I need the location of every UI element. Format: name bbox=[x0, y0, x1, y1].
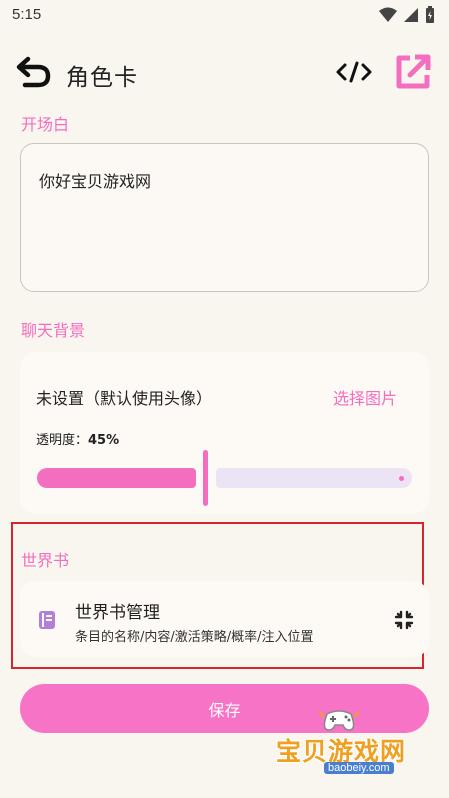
opacity-slider-active-track[interactable] bbox=[37, 468, 196, 488]
world-book-subtitle: 条目的名称/内容/激活策略/概率/注入位置 bbox=[75, 630, 314, 645]
status-icons bbox=[379, 6, 435, 24]
opacity-slider-thumb[interactable] bbox=[203, 450, 208, 506]
code-icon bbox=[336, 61, 372, 83]
world-book-title: 世界书管理 bbox=[75, 603, 160, 623]
export-button[interactable] bbox=[390, 50, 436, 94]
greeting-text: 你好宝贝游戏网 bbox=[39, 172, 152, 191]
wifi-icon bbox=[379, 7, 397, 22]
opacity-label: 透明度： bbox=[36, 433, 89, 448]
greeting-input[interactable]: 你好宝贝游戏网 bbox=[20, 143, 429, 292]
chat-background-label: 聊天背景 bbox=[21, 321, 86, 340]
choose-image-button[interactable]: 选择图片 bbox=[333, 385, 397, 409]
export-icon bbox=[396, 54, 431, 89]
background-status: 未设置（默认使用头像） bbox=[36, 389, 213, 408]
status-time: 5:15 bbox=[12, 6, 42, 23]
opacity-slider-end-dot bbox=[399, 476, 404, 481]
watermark-logo: 宝贝游戏网 baobeiy.com bbox=[270, 704, 430, 794]
signal-icon bbox=[404, 8, 418, 22]
save-button-label: 保存 bbox=[208, 700, 241, 720]
world-book-label: 世界书 bbox=[21, 551, 70, 570]
opacity-slider-inactive-track[interactable] bbox=[216, 468, 412, 488]
opacity-row: 透明度：45% bbox=[36, 429, 119, 448]
gamepad-icon bbox=[318, 710, 360, 731]
greeting-label: 开场白 bbox=[21, 115, 70, 134]
back-button[interactable] bbox=[14, 52, 54, 92]
page-title: 角色卡 bbox=[66, 65, 138, 91]
opacity-value: 45% bbox=[88, 433, 120, 448]
app-bar: 角色卡 bbox=[0, 44, 449, 98]
battery-icon bbox=[426, 6, 434, 23]
status-bar: 5:15 bbox=[0, 0, 449, 30]
expand-icon[interactable] bbox=[394, 610, 414, 630]
watermark-url: baobeiy.com bbox=[324, 762, 394, 774]
back-arrow-icon bbox=[16, 56, 51, 88]
book-icon bbox=[39, 611, 55, 629]
chat-background-card: 未设置（默认使用头像） 选择图片 透明度：45% bbox=[20, 352, 429, 514]
code-button[interactable] bbox=[330, 52, 378, 92]
world-book-manager-item[interactable]: 世界书管理 条目的名称/内容/激活策略/概率/注入位置 bbox=[20, 581, 429, 657]
